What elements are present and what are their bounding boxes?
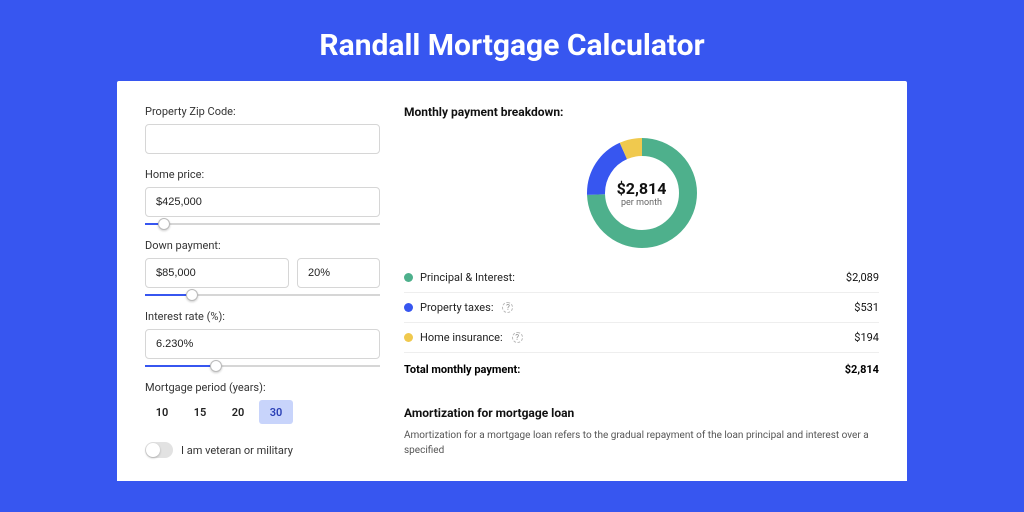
legend-label: Property taxes: <box>420 301 493 314</box>
donut-amount: $2,814 <box>617 179 667 198</box>
amortization-text: Amortization for a mortgage loan refers … <box>404 428 879 458</box>
down-payment-pct-input[interactable] <box>297 258 380 288</box>
slider-thumb-icon[interactable] <box>186 289 198 301</box>
legend-row: Property taxes:? $531 <box>404 292 879 322</box>
down-payment-label: Down payment: <box>145 239 380 252</box>
zip-label: Property Zip Code: <box>145 105 380 118</box>
home-price-field: Home price: <box>145 168 380 225</box>
down-payment-input[interactable] <box>145 258 289 288</box>
legend-value: $2,089 <box>846 271 879 284</box>
home-price-input[interactable] <box>145 187 380 217</box>
period-btn-20[interactable]: 20 <box>221 400 255 424</box>
info-icon[interactable]: ? <box>512 332 523 343</box>
breakdown-title: Monthly payment breakdown: <box>404 105 879 119</box>
period-label: Mortgage period (years): <box>145 381 380 394</box>
rate-field: Interest rate (%): <box>145 310 380 367</box>
veteran-label: I am veteran or military <box>181 444 293 457</box>
legend-dot-icon <box>404 273 413 282</box>
total-label: Total monthly payment: <box>404 363 520 376</box>
rate-slider[interactable] <box>145 365 380 367</box>
calculator-card: Property Zip Code: Home price: Down paym… <box>117 81 907 481</box>
breakdown-panel: Monthly payment breakdown: $2,814 per mo… <box>404 105 879 481</box>
legend-value: $531 <box>854 301 879 314</box>
donut-sub: per month <box>621 198 662 208</box>
period-field: Mortgage period (years): 10152030 <box>145 381 380 424</box>
info-icon[interactable]: ? <box>502 302 513 313</box>
down-payment-field: Down payment: <box>145 239 380 296</box>
total-row: Total monthly payment: $2,814 <box>404 352 879 386</box>
legend: Principal & Interest: $2,089 Property taxe… <box>404 263 879 352</box>
amortization-block: Amortization for mortgage loan Amortizat… <box>404 406 879 458</box>
period-btn-15[interactable]: 15 <box>183 400 217 424</box>
slider-thumb-icon[interactable] <box>158 218 170 230</box>
period-btn-30[interactable]: 30 <box>259 400 293 424</box>
donut-chart: $2,814 per month <box>404 129 879 263</box>
legend-dot-icon <box>404 333 413 342</box>
legend-row: Home insurance:? $194 <box>404 322 879 352</box>
legend-label: Home insurance: <box>420 331 503 344</box>
form-panel: Property Zip Code: Home price: Down paym… <box>145 105 380 481</box>
down-payment-slider[interactable] <box>145 294 380 296</box>
slider-thumb-icon[interactable] <box>210 360 222 372</box>
legend-label: Principal & Interest: <box>420 271 515 284</box>
legend-row: Principal & Interest: $2,089 <box>404 263 879 292</box>
zip-input[interactable] <box>145 124 380 154</box>
zip-field: Property Zip Code: <box>145 105 380 154</box>
total-value: $2,814 <box>845 363 879 376</box>
rate-label: Interest rate (%): <box>145 310 380 323</box>
home-price-label: Home price: <box>145 168 380 181</box>
page-title: Randall Mortgage Calculator <box>0 0 1024 81</box>
rate-input[interactable] <box>145 329 380 359</box>
home-price-slider[interactable] <box>145 223 380 225</box>
veteran-toggle[interactable] <box>145 442 173 458</box>
period-btn-10[interactable]: 10 <box>145 400 179 424</box>
veteran-row: I am veteran or military <box>145 442 380 458</box>
legend-dot-icon <box>404 303 413 312</box>
legend-value: $194 <box>854 331 879 344</box>
amortization-title: Amortization for mortgage loan <box>404 406 879 420</box>
